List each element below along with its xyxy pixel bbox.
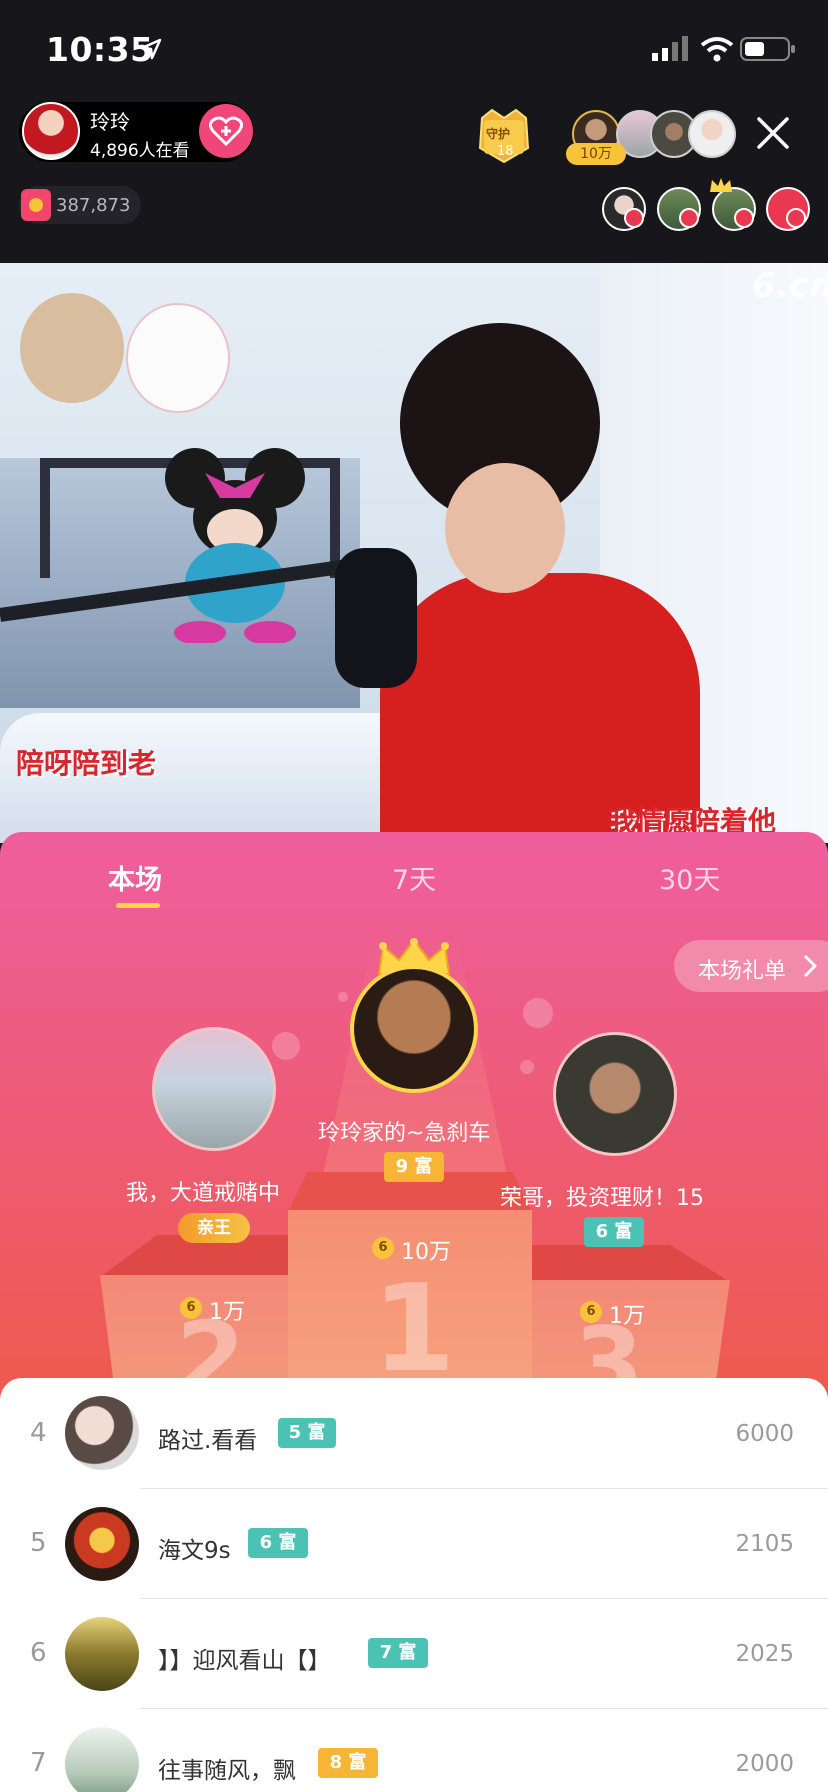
row-value: 2025: [735, 1641, 794, 1667]
viewer-count: 4,896人在看: [90, 141, 190, 161]
rank-third-name: 荣哥，投资理财！15: [500, 1186, 704, 1211]
decor-bubble: [338, 992, 348, 1002]
coin-count: 387,873: [56, 195, 131, 216]
heart-plus-icon: [209, 116, 243, 146]
battery-icon: [740, 37, 795, 61]
row-divider: [140, 1488, 828, 1489]
row-value: 2000: [735, 1751, 794, 1777]
chevron-right-icon: [803, 954, 818, 978]
row-value: 2105: [735, 1531, 794, 1557]
video-caption-left: 陪呀陪到老: [16, 747, 157, 780]
rank-first-name: 玲玲家的~急刹车: [318, 1121, 491, 1146]
row-wealth-badge: 6 富: [248, 1528, 308, 1558]
row-avatar[interactable]: [65, 1727, 139, 1792]
seat-icon: [734, 208, 754, 228]
row-wealth-badge: 8 富: [318, 1748, 378, 1778]
top-viewer-avatar[interactable]: [688, 110, 736, 158]
tab-7-days[interactable]: 7天: [392, 858, 436, 897]
row-name[interactable]: 】】迎风看山【】: [158, 1641, 331, 1675]
bear-sticker: [20, 293, 124, 403]
tab-underline: [116, 903, 160, 908]
podium-value-second: 1万: [209, 1300, 245, 1325]
row-avatar[interactable]: [65, 1396, 139, 1470]
location-arrow-icon: [140, 38, 162, 60]
crown-icon: [710, 178, 732, 192]
row-divider: [140, 1598, 828, 1599]
rank-third-wealth-badge: 6 富: [584, 1217, 644, 1247]
follow-button[interactable]: [199, 104, 253, 158]
bunny-sticker: [126, 303, 230, 413]
row-rank: 4: [30, 1418, 47, 1448]
rank-second-noble-badge: 亲王: [178, 1213, 250, 1243]
guard-label: 守护: [486, 127, 511, 141]
row-name[interactable]: 路过.看看: [158, 1421, 257, 1455]
row-rank: 7: [30, 1748, 47, 1778]
decor-bubble: [523, 998, 553, 1028]
wifi-icon: [700, 37, 734, 62]
rank-first-wealth-badge: 9 富: [384, 1152, 444, 1182]
row-wealth-badge: 5 富: [278, 1418, 336, 1448]
guard-count: 18: [497, 144, 514, 159]
row-name[interactable]: 海文9s: [158, 1531, 231, 1565]
decor-bubble: [520, 1060, 534, 1074]
decor-bubble: [272, 1032, 300, 1060]
rank-third-avatar[interactable]: [553, 1032, 677, 1156]
seat-icon: [624, 208, 644, 228]
seat-icon: [679, 208, 699, 228]
host-avatar[interactable]: [22, 102, 80, 160]
coin-icon: 6: [580, 1301, 602, 1323]
coin-icon: 6: [372, 1237, 394, 1259]
close-icon[interactable]: [756, 116, 790, 150]
row-name[interactable]: 往事随风，飘: [158, 1751, 296, 1785]
microphone: [335, 548, 417, 688]
row-rank: 6: [30, 1638, 47, 1668]
tab-30-days[interactable]: 30天: [659, 858, 720, 897]
streamer-face: [445, 463, 565, 593]
tab-this-session[interactable]: 本场: [108, 858, 162, 897]
gift-list-label: 本场礼单: [698, 959, 787, 984]
video-watermark: 6.cn: [752, 266, 828, 306]
row-value: 6000: [735, 1421, 794, 1447]
rank-second-name: 我，大道戒赌中: [126, 1181, 281, 1206]
top-contributor-badge: 10万: [566, 143, 626, 165]
podium-value-third: 1万: [609, 1304, 645, 1329]
rank-first-avatar[interactable]: [350, 965, 478, 1093]
coin-icon: [21, 189, 51, 221]
plush-toy: [165, 448, 305, 643]
cellular-signal-icon: [652, 36, 688, 61]
coin-icon: 6: [180, 1297, 202, 1319]
status-time: 10:35: [46, 30, 154, 69]
host-name: 玲玲: [90, 110, 130, 134]
row-divider: [140, 1708, 828, 1709]
row-rank: 5: [30, 1528, 47, 1558]
rank-second-avatar[interactable]: [152, 1027, 276, 1151]
seat-icon: [786, 208, 806, 228]
row-avatar[interactable]: [65, 1507, 139, 1581]
row-avatar[interactable]: [65, 1617, 139, 1691]
row-wealth-badge: 7 富: [368, 1638, 428, 1668]
podium-value-first: 10万: [401, 1240, 451, 1265]
